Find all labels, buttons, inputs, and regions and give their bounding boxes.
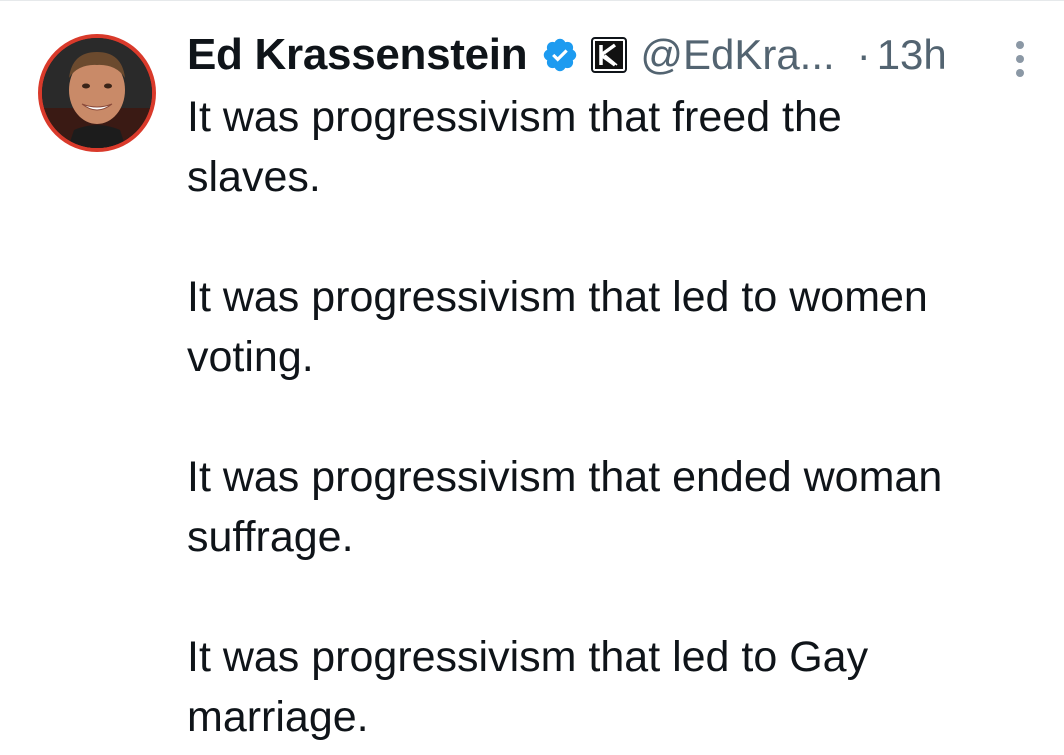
- paragraph-line: It was progressivism that freed the: [187, 93, 842, 141]
- meta-separator: ·: [856, 31, 871, 78]
- more-options-icon[interactable]: [1008, 37, 1032, 81]
- paragraph-line: voting.: [187, 333, 314, 381]
- paragraph-line: slaves.: [187, 153, 321, 201]
- tweet-paragraph: It was progressivism that led to women v…: [187, 267, 1047, 387]
- verified-badge-icon[interactable]: [541, 36, 579, 74]
- author-avatar[interactable]: [38, 34, 156, 152]
- paragraph-line: marriage.: [187, 693, 369, 741]
- paragraph-line: suffrage.: [187, 513, 354, 561]
- tweet-timestamp[interactable]: 13h: [877, 31, 947, 79]
- paragraph-line: It was progressivism that led to women: [187, 273, 928, 321]
- tweet-paragraph: It was progressivism that freed the slav…: [187, 87, 1047, 207]
- paragraph-line: It was progressivism that ended woman: [187, 453, 943, 501]
- tweet-paragraph: It was progressivism that ended woman su…: [187, 447, 1047, 567]
- paragraph-line: It was progressivism that led to Gay: [187, 633, 869, 681]
- tweet-header: Ed Krassenstein @EdKra... · 13h: [187, 29, 1047, 81]
- author-handle[interactable]: @EdKra...: [640, 31, 834, 79]
- avatar-photo: [42, 38, 152, 148]
- tweet-paragraph: It was progressivism that led to Gay mar…: [187, 627, 1047, 747]
- author-display-name[interactable]: Ed Krassenstein: [187, 30, 528, 80]
- tweet-text: It was progressivism that freed the slav…: [187, 87, 1047, 747]
- affiliate-logo-icon[interactable]: [591, 37, 628, 73]
- tweet-card[interactable]: Ed Krassenstein @EdKra... · 13h It was p…: [0, 0, 1064, 755]
